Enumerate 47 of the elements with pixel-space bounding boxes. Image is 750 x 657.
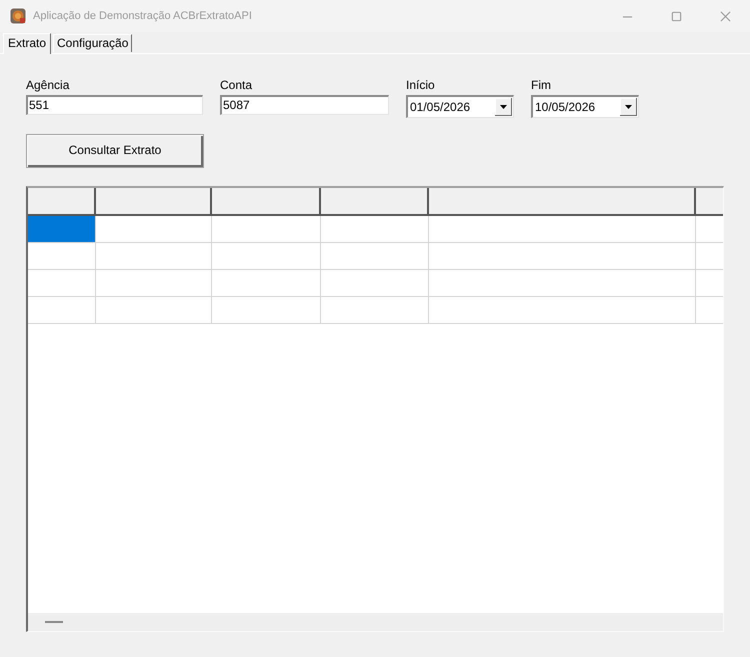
grid-cell[interactable]	[28, 297, 96, 324]
date-field[interactable]: 01/05/2026	[406, 95, 514, 118]
scroll-thumb[interactable]	[45, 621, 63, 623]
grid-cell[interactable]	[212, 297, 321, 324]
grid-cell[interactable]	[28, 270, 96, 297]
consult-button[interactable]: Consultar Extrato	[26, 134, 204, 168]
grid-cell[interactable]	[96, 243, 212, 270]
caret-down-icon	[625, 105, 632, 109]
app-icon	[10, 8, 26, 24]
field-label: Fim	[531, 78, 551, 93]
column-header[interactable]	[429, 188, 696, 216]
grid-cell[interactable]	[321, 243, 429, 270]
grid-cell[interactable]	[321, 297, 429, 324]
close-icon	[720, 10, 731, 22]
text-field[interactable]: 551	[26, 95, 203, 115]
tab[interactable]: Configuração	[53, 34, 132, 52]
grid-cell[interactable]	[96, 270, 212, 297]
tab[interactable]: Extrato	[3, 33, 52, 54]
grid-cell[interactable]	[321, 270, 429, 297]
horizontal-scrollbar[interactable]	[28, 613, 723, 631]
grid-cell[interactable]	[212, 216, 321, 243]
window-title: Aplicação de Demonstração ACBrExtratoAPI	[33, 10, 252, 22]
field-label: Agência	[26, 78, 70, 93]
grid-cell[interactable]	[212, 243, 321, 270]
grid-cell[interactable]	[28, 243, 96, 270]
grid-cell[interactable]	[96, 297, 212, 324]
field-label: Conta	[220, 78, 252, 93]
grid-cell[interactable]	[429, 270, 696, 297]
text-field[interactable]: 5087	[220, 95, 389, 115]
grid-cell[interactable]	[28, 216, 96, 243]
column-header[interactable]	[696, 188, 723, 216]
dropdown-button[interactable]	[495, 98, 512, 116]
grid-cell[interactable]	[429, 216, 696, 243]
caret-down-icon	[500, 105, 507, 109]
column-header[interactable]	[212, 188, 321, 216]
column-header[interactable]	[28, 188, 96, 216]
field-label: Início	[406, 78, 435, 93]
grid-cell[interactable]	[321, 216, 429, 243]
date-field[interactable]: 10/05/2026	[531, 95, 639, 118]
grid-cell[interactable]	[429, 243, 696, 270]
column-header[interactable]	[321, 188, 429, 216]
grid-cell[interactable]	[429, 297, 696, 324]
column-header[interactable]	[96, 188, 212, 216]
maximize-icon	[671, 10, 682, 22]
dropdown-button[interactable]	[620, 98, 637, 116]
grid-cell[interactable]	[96, 216, 212, 243]
grid-cell[interactable]	[212, 270, 321, 297]
